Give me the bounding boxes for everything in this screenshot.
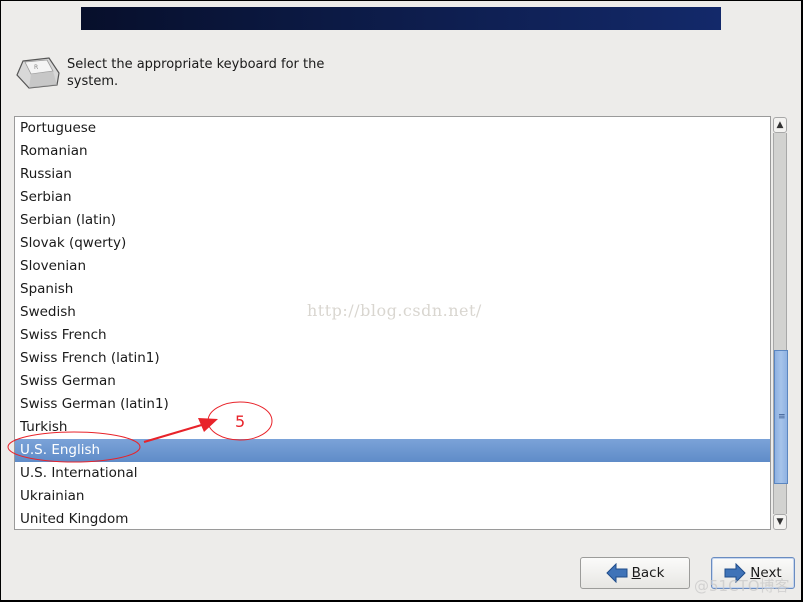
list-item[interactable]: Swiss French (latin1) (15, 347, 770, 370)
back-arrow-icon (605, 563, 628, 583)
list-item[interactable]: Turkish (15, 416, 770, 439)
scroll-up-button[interactable]: ▲ (773, 117, 787, 133)
chevron-down-icon: ▼ (776, 517, 784, 527)
blog-watermark: http://blog.csdn.net/ (307, 301, 482, 320)
scroll-down-button[interactable]: ▼ (773, 514, 787, 530)
list-item[interactable]: Swiss French (15, 324, 770, 347)
list-item[interactable]: Serbian (15, 186, 770, 209)
list-item[interactable]: Portuguese (15, 117, 770, 140)
list-item[interactable]: U.S. International (15, 462, 770, 485)
list-item[interactable]: Swiss German (latin1) (15, 393, 770, 416)
back-button[interactable]: Back (580, 557, 690, 589)
list-item[interactable]: Slovenian (15, 255, 770, 278)
list-item[interactable]: Spanish (15, 278, 770, 301)
installer-window: R Select the appropriate keyboard for th… (1, 1, 801, 600)
chevron-up-icon: ▲ (776, 120, 784, 130)
keyboard-prompt: Select the appropriate keyboard for the … (67, 57, 325, 89)
header-banner (81, 7, 721, 30)
back-label: Back (631, 565, 665, 581)
list-item[interactable]: Romanian (15, 140, 770, 163)
scroll-thumb[interactable]: ≡ (774, 350, 788, 484)
keyboard-list[interactable]: Portuguese Romanian Russian Serbian Serbian … (14, 116, 771, 530)
list-item-selected[interactable]: U.S. English (15, 439, 770, 462)
list-item[interactable]: Slovak (qwerty) (15, 232, 770, 255)
site-watermark: @51CTO博客 (694, 577, 790, 595)
keyboard-key-icon: R (16, 57, 60, 89)
scroll-track[interactable]: ≡ (773, 133, 788, 514)
list-scrollbar[interactable]: ▲ ≡ ▼ (773, 117, 788, 530)
list-item[interactable]: Ukrainian (15, 485, 770, 508)
grip-icon: ≡ (778, 412, 786, 422)
list-item[interactable]: Swiss German (15, 370, 770, 393)
list-item[interactable]: Serbian (latin) (15, 209, 770, 232)
list-item[interactable]: Russian (15, 163, 770, 186)
svg-text:R: R (34, 64, 38, 71)
list-item[interactable]: United Kingdom (15, 508, 770, 529)
